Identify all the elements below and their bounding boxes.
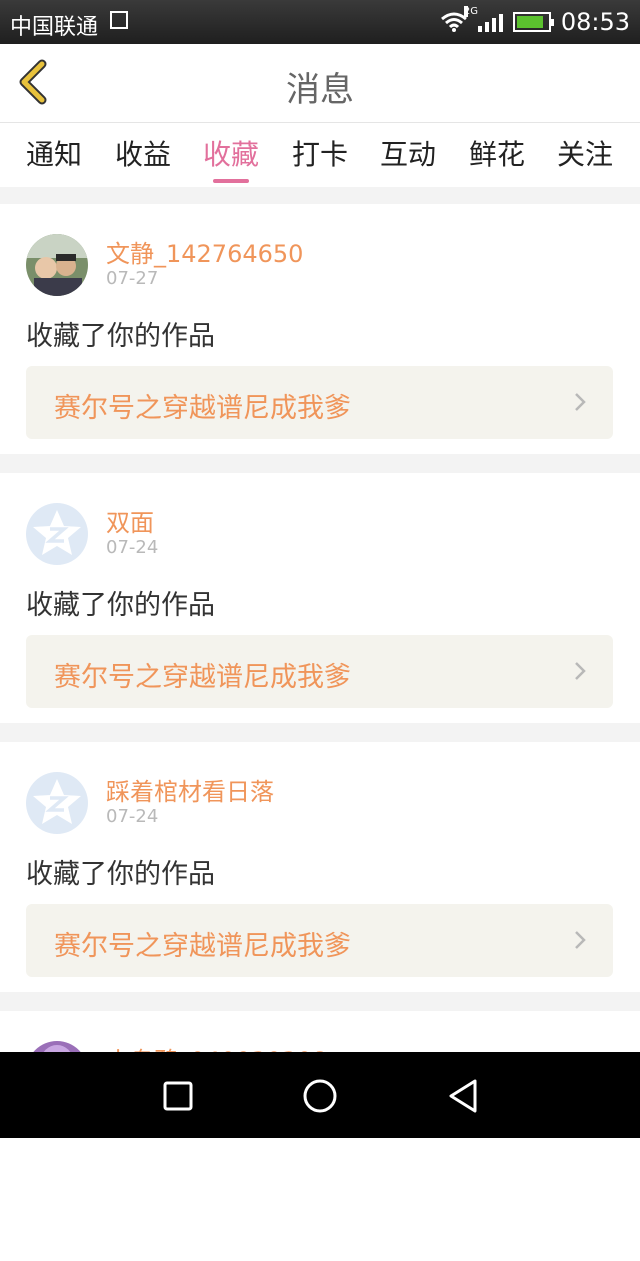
tab-favorites[interactable]: 收藏 <box>203 133 259 183</box>
tab-flowers[interactable]: 鲜花 <box>469 133 525 173</box>
carrier-name: 中国联通 <box>10 15 99 40</box>
sender-name[interactable]: 踩着棺材看日落 <box>106 772 274 807</box>
work-link[interactable]: 赛尔号之穿越谱尼成我爹 <box>26 635 613 708</box>
work-title: 赛尔号之穿越谱尼成我爹 <box>54 662 351 693</box>
message-date: 07-24 <box>106 537 159 558</box>
qzone-star-icon[interactable] <box>26 503 88 565</box>
clock: 08:53 <box>560 8 630 36</box>
message-action: 收藏了你的作品 <box>26 321 215 352</box>
system-nav-bar <box>0 1052 640 1138</box>
avatar[interactable] <box>26 234 88 296</box>
chevron-right-icon <box>575 393 586 411</box>
work-title: 赛尔号之穿越谱尼成我爹 <box>54 931 351 962</box>
tab-checkin[interactable]: 打卡 <box>292 133 348 173</box>
back-icon[interactable] <box>443 1076 483 1116</box>
message-item: 踩着棺材看日落 07-24 收藏了你的作品 赛尔号之穿越谱尼成我爹 <box>0 742 640 992</box>
qzone-star-icon[interactable] <box>26 772 88 834</box>
status-bar: 中国联通 2G 08:53 <box>0 0 640 44</box>
message-action: 收藏了你的作品 <box>26 859 215 890</box>
header: 消息 <box>0 44 640 122</box>
message-date: 07-27 <box>106 268 159 289</box>
sender-name[interactable]: 双面 <box>106 503 154 538</box>
chevron-right-icon <box>575 662 586 680</box>
message-date: 07-24 <box>106 806 159 827</box>
chevron-right-icon <box>575 931 586 949</box>
network-type: 2G <box>463 6 478 17</box>
recent-apps-icon[interactable] <box>158 1076 198 1116</box>
battery-icon <box>512 12 554 32</box>
tab-following[interactable]: 关注 <box>557 133 613 173</box>
work-link[interactable]: 赛尔号之穿越谱尼成我爹 <box>26 366 613 439</box>
sender-name[interactable]: 文静_142764650 <box>106 234 303 269</box>
message-action: 收藏了你的作品 <box>26 590 215 621</box>
tab-notifications[interactable]: 通知 <box>26 133 82 173</box>
tab-earnings[interactable]: 收益 <box>115 133 171 173</box>
image-notification-icon <box>110 11 128 29</box>
tab-interactions[interactable]: 互动 <box>380 133 436 173</box>
message-item: 双面 07-24 收藏了你的作品 赛尔号之穿越谱尼成我爹 <box>0 473 640 723</box>
home-icon[interactable] <box>300 1076 340 1116</box>
work-title: 赛尔号之穿越谱尼成我爹 <box>54 393 351 424</box>
page-title: 消息 <box>286 70 354 110</box>
work-link[interactable]: 赛尔号之穿越谱尼成我爹 <box>26 904 613 977</box>
tab-bar: 通知 收益 收藏 打卡 互动 鲜花 关注 <box>0 122 640 187</box>
message-item: 文静_142764650 07-27 收藏了你的作品 赛尔号之穿越谱尼成我爹 <box>0 204 640 454</box>
signal-icon: 2G <box>463 6 503 32</box>
